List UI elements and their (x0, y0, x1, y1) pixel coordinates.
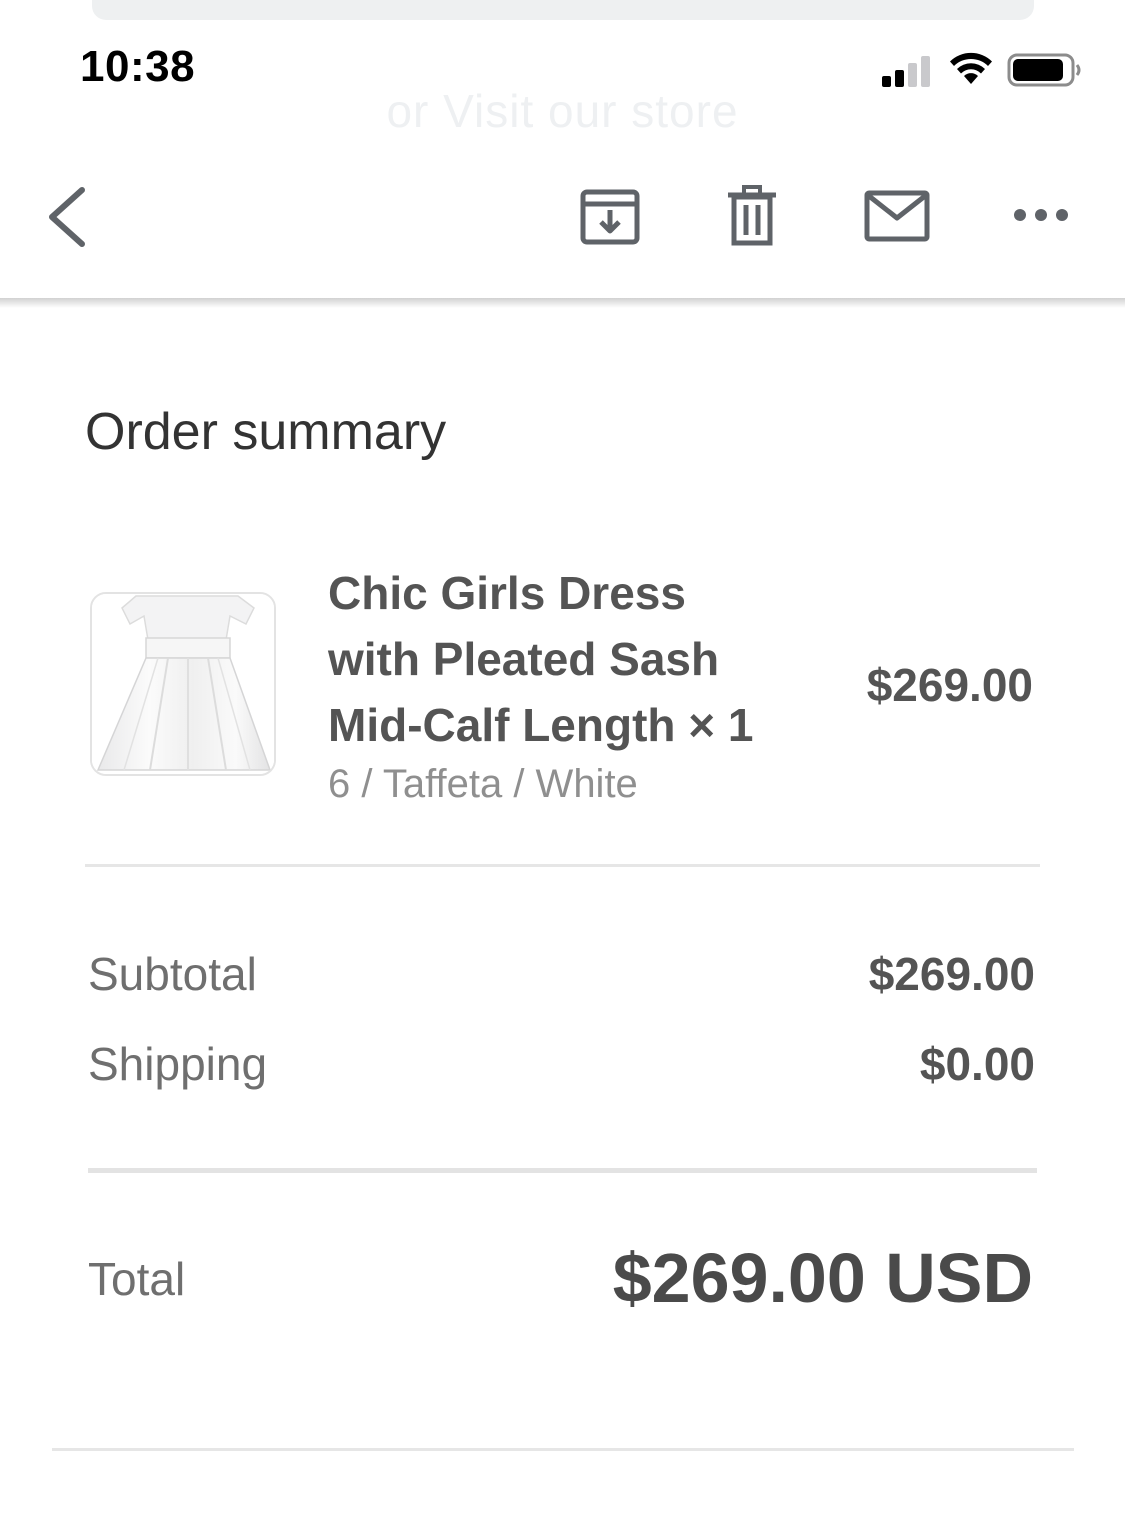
subtotal-value: $269.00 (868, 948, 1035, 1000)
more-icon[interactable] (1012, 204, 1070, 226)
product-image[interactable] (90, 592, 276, 776)
trash-icon[interactable] (724, 185, 780, 247)
product-variant: 6 / Taffeta / White (328, 762, 638, 806)
divider (88, 1168, 1037, 1173)
product-name-line-3: Mid-Calf Length × 1 (328, 699, 754, 751)
email-view: or Visit our store 10:38 Order summary C… (0, 0, 1125, 1522)
cellular-signal-icon (882, 53, 934, 87)
shipping-value: $0.00 (919, 1038, 1035, 1090)
toolbar-shadow (0, 298, 1125, 308)
email-toolbar (0, 140, 1125, 300)
battery-icon (1007, 53, 1081, 87)
subtotal-label: Subtotal (88, 948, 257, 1000)
wifi-icon (950, 52, 992, 84)
status-time: 10:38 (80, 42, 196, 91)
back-icon[interactable] (40, 184, 94, 250)
product-name-line-2: with Pleated Sash (328, 633, 720, 685)
visit-store-link: or Visit our store (386, 85, 739, 137)
divider (52, 1448, 1074, 1451)
order-summary-title: Order summary (85, 403, 447, 461)
total-label: Total (88, 1253, 186, 1305)
previous-content-block (92, 0, 1034, 20)
archive-icon[interactable] (579, 186, 641, 246)
product-name-line-1: Chic Girls Dress (328, 567, 686, 619)
product-price: $269.00 (866, 659, 1033, 711)
divider (85, 864, 1040, 867)
shipping-label: Shipping (88, 1038, 268, 1090)
total-value: $269.00 USD (612, 1239, 1033, 1317)
mail-icon[interactable] (864, 190, 930, 242)
dress-image (92, 594, 274, 774)
product-name[interactable]: Chic Girls Dress with Pleated Sash Mid-C… (328, 560, 798, 758)
